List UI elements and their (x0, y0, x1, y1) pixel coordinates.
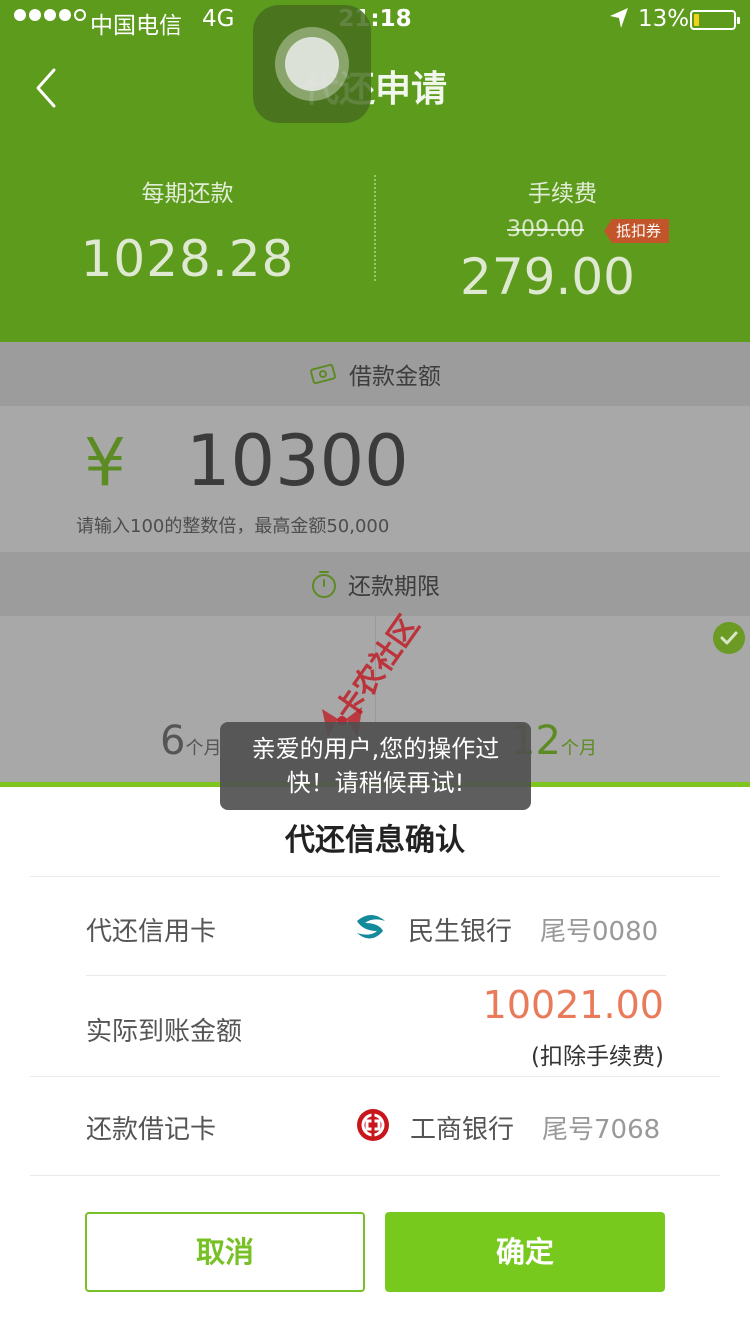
sheet-divider (30, 876, 720, 877)
per-period-label: 每期还款 (141, 181, 234, 207)
credit-card-bank: 民生银行 (408, 917, 513, 947)
term-12-unit: 个月 (560, 738, 597, 759)
actual-amount-label: 实际到账金额 (86, 1017, 243, 1047)
fee-label: 手续费 (528, 181, 597, 207)
fee-block: 手续费 (375, 174, 750, 208)
header: 中国电信 4G 21:18 13% 代还申请 每期还款 1028.28 手续费 … (0, 0, 750, 342)
term-option-6[interactable]: 6个月 (160, 718, 221, 764)
debit-card-bank: 工商银行 (410, 1115, 515, 1145)
credit-card-tail: 尾号0080 (540, 917, 659, 947)
term-6-number: 6 (160, 718, 186, 764)
toast-line-2: 快！请稍候再试! (286, 769, 465, 797)
term-6-unit: 个月 (185, 738, 222, 759)
debit-card-label: 还款借记卡 (86, 1115, 217, 1145)
confirm-button[interactable]: 确定 (385, 1212, 665, 1292)
per-period-value: 1028.28 (80, 230, 295, 288)
assistive-touch-button[interactable] (253, 5, 371, 123)
assistive-touch-dot (285, 37, 339, 91)
toast-line-1: 亲爱的用户,您的操作过 (251, 735, 500, 763)
sheet-title: 代还信息确认 (285, 823, 465, 858)
battery-fill (694, 14, 699, 26)
location-arrow-icon (610, 8, 628, 28)
row-divider (30, 1076, 720, 1077)
page-title: 代还申请 (302, 69, 447, 110)
loan-amount-hint: 请输入100的整数倍，最高金额50,000 (76, 516, 390, 537)
error-toast: 亲爱的用户,您的操作过 快！请稍候再试! (220, 722, 531, 810)
sheet-divider (30, 1175, 720, 1176)
confirmation-sheet: 代还信息确认 代还信用卡 民生银行 尾号0080 实际到账金额 10021.00… (0, 787, 750, 1334)
battery-icon (690, 10, 740, 30)
status-bar: 中国电信 4G 21:18 13% (0, 0, 750, 40)
loan-amount-section-header: 借款金额 (0, 342, 750, 406)
minsheng-bank-icon (357, 915, 385, 939)
fee-original-price: 309.00 (507, 217, 584, 242)
actual-amount-value: 10021.00 (482, 983, 664, 1027)
per-period-payment: 每期还款 1028.28 (0, 174, 375, 288)
selected-check-icon (713, 622, 745, 654)
currency-symbol: ¥ (84, 424, 126, 501)
fee-value: 279.00 (460, 248, 635, 306)
icbc-bank-icon (357, 1109, 389, 1141)
debit-card-tail: 尾号7068 (542, 1115, 661, 1145)
credit-card-label: 代还信用卡 (86, 917, 217, 947)
coupon-badge: 抵扣券 (604, 219, 670, 243)
row-divider (86, 975, 666, 976)
loan-amount-value: 10300 (186, 420, 409, 502)
loan-amount-field[interactable]: ¥ 10300 请输入100的整数倍，最高金额50,000 (0, 406, 750, 552)
money-icon (310, 363, 336, 385)
actual-amount-note: (扣除手续费) (531, 1044, 664, 1070)
loan-amount-section-title: 借款金额 (349, 364, 441, 390)
battery-percent: 13% (638, 6, 690, 32)
cancel-button[interactable]: 取消 (85, 1212, 365, 1292)
